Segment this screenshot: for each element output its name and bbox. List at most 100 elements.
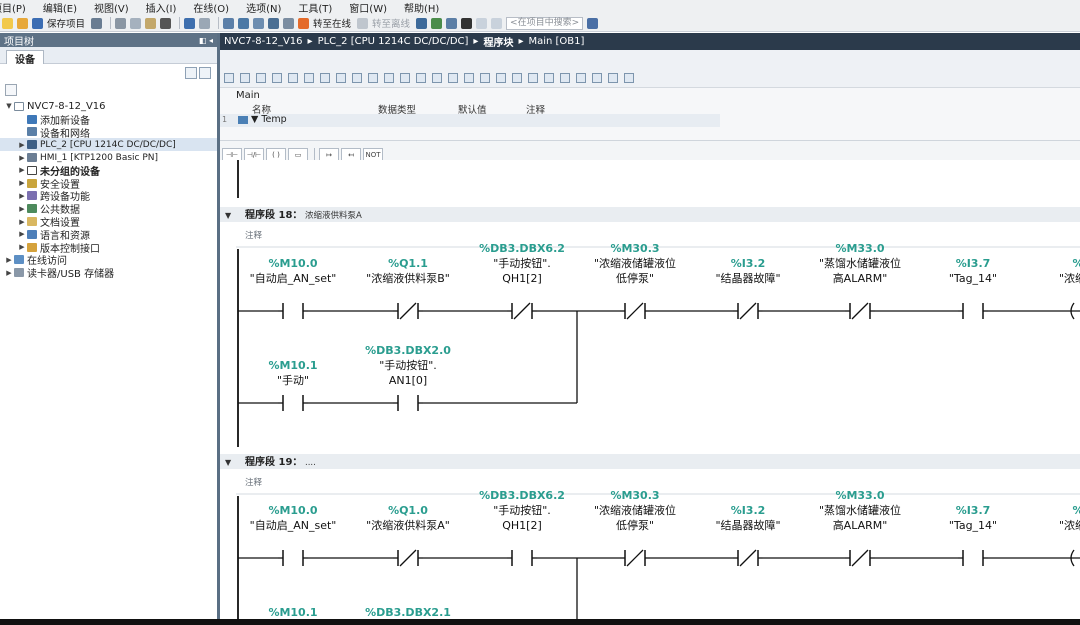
expand-arrow-icon[interactable]: ▶	[17, 218, 27, 226]
accessible-devices-icon[interactable]	[416, 17, 428, 29]
start-cpu-icon[interactable]	[431, 17, 443, 29]
opc-icon[interactable]	[608, 72, 618, 83]
tree-item-plc[interactable]: ▶ PLC_2 [CPU 1214C DC/DC/DC]	[0, 138, 217, 152]
redo-icon[interactable]	[199, 17, 211, 29]
expand-arrow-icon[interactable]: ▶	[17, 192, 27, 200]
tree-item-languages[interactable]: ▶ 语言和资源	[0, 228, 217, 242]
simulate-icon[interactable]	[268, 17, 280, 29]
show-comments-icon[interactable]	[368, 72, 378, 83]
tree-item-common-data[interactable]: ▶ 公共数据	[0, 202, 217, 216]
tree-item-doc-settings[interactable]: ▶ 文档设置	[0, 215, 217, 229]
tree-item-hmi[interactable]: ▶ HMI_1 [KTP1200 Basic PN]	[0, 151, 217, 164]
tree-item-add-device[interactable]: 添加新设备	[0, 113, 217, 127]
expand-arrow-icon[interactable]: ▶	[4, 269, 14, 277]
menu-edit[interactable]: 编辑(E)	[43, 0, 77, 15]
tree-item-card-reader[interactable]: ▶ 读卡器/USB 存储器	[0, 266, 217, 280]
upload-icon[interactable]	[253, 17, 265, 29]
zoom-icon[interactable]	[288, 72, 298, 83]
next-error-icon[interactable]	[464, 72, 474, 83]
modify-icon[interactable]	[512, 72, 522, 83]
monitoring-on-icon[interactable]	[592, 72, 602, 83]
delete-network-icon[interactable]	[240, 72, 250, 83]
new-project-icon[interactable]	[2, 17, 13, 29]
go-offline-button[interactable]: 转至离线	[372, 16, 410, 30]
search-icon[interactable]	[587, 17, 599, 29]
go-to-error-icon[interactable]	[432, 72, 442, 83]
menu-project[interactable]: 项目(P)	[0, 0, 26, 15]
favorites-icon[interactable]	[320, 72, 330, 83]
save-icon[interactable]	[32, 17, 43, 29]
collapse-triangle-icon[interactable]: ▼	[225, 211, 232, 220]
collapse-triangle-icon[interactable]: ▼	[225, 458, 232, 467]
menu-tools[interactable]: 工具(T)	[298, 0, 332, 15]
close-all-networks-icon[interactable]	[352, 72, 362, 83]
temp-section[interactable]: ▼ Temp	[238, 114, 287, 125]
screen-icon[interactable]	[283, 17, 295, 29]
expand-arrow-icon[interactable]: ▼	[4, 102, 14, 110]
compile-icon[interactable]	[223, 17, 235, 29]
delete-icon[interactable]	[160, 17, 172, 29]
breadcrumb-plc[interactable]: PLC_2 [CPU 1214C DC/DC/DC]	[318, 36, 469, 47]
reference-icon[interactable]	[528, 72, 538, 83]
filter-icon[interactable]	[5, 84, 17, 96]
menu-options[interactable]: 选项(N)	[246, 0, 281, 15]
breadcrumb-block[interactable]: Main [OB1]	[528, 36, 584, 47]
tag-info-icon[interactable]	[416, 72, 426, 83]
insert-row-icon[interactable]	[256, 72, 266, 83]
tree-item-ungrouped[interactable]: ▶ 未分组的设备	[0, 164, 217, 178]
monitor-icon[interactable]	[496, 72, 506, 83]
snapshot-icon[interactable]	[544, 72, 554, 83]
go-online-button[interactable]: 转至在线	[313, 16, 351, 30]
menu-online[interactable]: 在线(O)	[193, 0, 229, 15]
update-calls-icon[interactable]	[480, 72, 490, 83]
save-project-button[interactable]: 保存项目	[47, 16, 85, 30]
download-block-icon[interactable]	[576, 72, 586, 83]
tree-item-devices-networks[interactable]: 设备和网络	[0, 126, 217, 140]
expand-arrow-icon[interactable]: ▶	[17, 205, 27, 213]
open-project-icon[interactable]	[17, 17, 28, 29]
tree-item-security[interactable]: ▶ 安全设置	[0, 177, 217, 191]
absolute-address-icon[interactable]	[304, 72, 314, 83]
insert-network-icon[interactable]	[224, 72, 234, 83]
go-online-icon[interactable]	[298, 17, 310, 29]
paste-icon[interactable]	[145, 17, 157, 29]
go-offline-icon[interactable]	[357, 17, 369, 29]
expand-arrow-icon[interactable]: ▶	[17, 154, 27, 162]
menu-view[interactable]: 视图(V)	[94, 0, 129, 15]
previous-error-icon[interactable]	[448, 72, 458, 83]
download-icon[interactable]	[238, 17, 250, 29]
breadcrumb-program-blocks[interactable]: 程序块	[483, 34, 513, 49]
print-icon[interactable]	[91, 17, 103, 29]
split-vertical-icon[interactable]	[491, 17, 503, 29]
open-all-networks-icon[interactable]	[336, 72, 346, 83]
cut-icon[interactable]	[115, 17, 127, 29]
network-comments-icon[interactable]	[384, 72, 394, 83]
add-item-icon[interactable]	[199, 67, 211, 79]
tree-item-project[interactable]: ▼ NVC7-8-12_V16	[0, 100, 217, 113]
stop-cpu-icon[interactable]	[446, 17, 458, 29]
add-row-icon[interactable]	[272, 72, 282, 83]
copy-icon[interactable]	[130, 17, 142, 29]
menu-insert[interactable]: 插入(I)	[146, 0, 177, 15]
expand-arrow-icon[interactable]: ▶	[17, 166, 27, 174]
expand-arrow-icon[interactable]: ▶	[17, 179, 27, 187]
tree-item-cross-device[interactable]: ▶ 跨设备功能	[0, 190, 217, 203]
compare-icon[interactable]	[560, 72, 570, 83]
split-editor-icon[interactable]	[476, 17, 488, 29]
breadcrumb-project[interactable]: NVC7-8-12_V16	[224, 36, 303, 47]
undo-icon[interactable]	[184, 17, 196, 29]
expand-arrow-icon[interactable]: ▶	[17, 243, 27, 251]
project-search-input[interactable]: <在项目中搜索>	[506, 16, 584, 30]
operand-display-icon[interactable]	[400, 72, 410, 83]
expand-arrow-icon[interactable]: ▶	[17, 141, 27, 149]
collapse-panel-icon[interactable]: ◧ ◂	[199, 36, 213, 45]
expand-arrow-icon[interactable]: ▶	[17, 230, 27, 238]
interface-row-temp[interactable]: 1 ▼ Temp	[220, 114, 720, 127]
overview-icon[interactable]	[185, 67, 197, 79]
cross-reference-icon[interactable]	[461, 17, 473, 29]
menu-window[interactable]: 窗口(W)	[349, 0, 387, 15]
tab-devices[interactable]: 设备	[6, 50, 44, 66]
expand-arrow-icon[interactable]: ▶	[4, 256, 14, 264]
settings-icon[interactable]	[624, 72, 634, 83]
menu-help[interactable]: 帮助(H)	[404, 0, 439, 15]
